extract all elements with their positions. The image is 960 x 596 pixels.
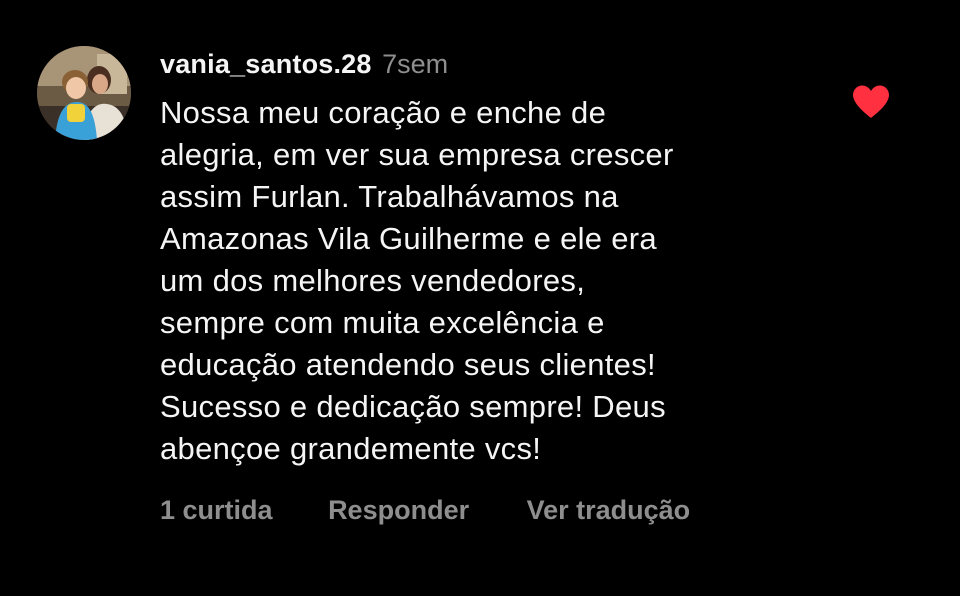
avatar-photo — [37, 46, 131, 140]
likes-count[interactable]: 1 curtida — [160, 490, 273, 530]
like-button[interactable] — [851, 84, 891, 120]
comment-actions: 1 curtida Responder Ver tradução — [160, 490, 690, 530]
comment-header: vania_santos.28 7sem — [160, 44, 448, 84]
avatar[interactable] — [37, 46, 131, 140]
reply-button[interactable]: Responder — [328, 490, 469, 530]
comment-text: Nossa meu coração e enche de alegria, em… — [160, 95, 674, 466]
comment: vania_santos.28 7sem Nossa meu coração e… — [0, 0, 960, 596]
timestamp: 7sem — [382, 49, 449, 79]
see-translation-button[interactable]: Ver tradução — [527, 490, 691, 530]
username[interactable]: vania_santos.28 — [160, 49, 372, 79]
heart-icon — [853, 85, 889, 118]
